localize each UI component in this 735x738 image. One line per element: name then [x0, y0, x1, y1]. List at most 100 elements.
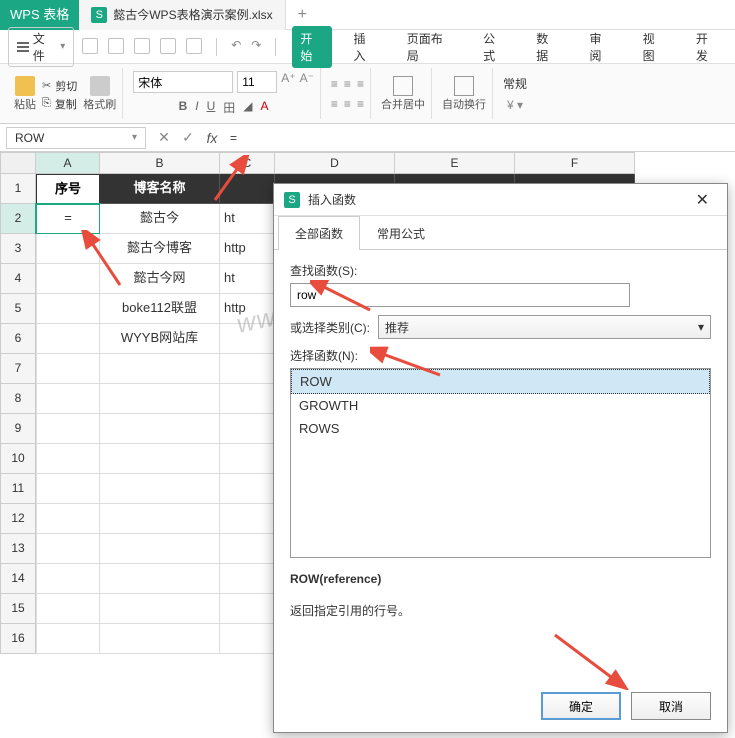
cell[interactable]: =	[36, 204, 100, 234]
cell[interactable]	[100, 384, 220, 414]
tab-common-formulas[interactable]: 常用公式	[360, 216, 442, 250]
open-icon[interactable]	[108, 38, 124, 54]
italic-button[interactable]: I	[195, 99, 198, 116]
currency-icon[interactable]: ¥ ▾	[507, 98, 523, 112]
cell[interactable]	[36, 324, 100, 354]
cell[interactable]	[220, 474, 275, 504]
col-header-a[interactable]: A	[36, 152, 100, 174]
cell[interactable]	[36, 534, 100, 564]
cell[interactable]	[36, 354, 100, 384]
cell[interactable]	[100, 594, 220, 624]
row-header[interactable]: 16	[0, 624, 36, 654]
cell[interactable]	[100, 624, 220, 654]
ribbon-tab-insert[interactable]: 插入	[346, 26, 385, 68]
col-header-b[interactable]: B	[100, 152, 220, 174]
cell[interactable]	[100, 564, 220, 594]
row-header[interactable]: 5	[0, 294, 36, 324]
cell[interactable]	[36, 624, 100, 654]
cancel-button[interactable]: 取消	[631, 692, 711, 720]
row-header[interactable]: 14	[0, 564, 36, 594]
cell[interactable]: 懿古今	[100, 204, 220, 234]
cell[interactable]	[36, 564, 100, 594]
align-top-icon[interactable]: ≡	[331, 77, 338, 91]
format-painter-button[interactable]: 格式刷	[83, 76, 116, 112]
redo-icon[interactable]: ↷	[251, 38, 261, 56]
function-list-item[interactable]: ROW	[291, 369, 710, 394]
ribbon-tab-start[interactable]: 开始	[292, 26, 331, 68]
font-color-button[interactable]: A	[261, 99, 269, 116]
function-list-item[interactable]: GROWTH	[291, 394, 710, 417]
row-header[interactable]: 8	[0, 384, 36, 414]
cell[interactable]: ht	[220, 204, 275, 234]
row-header[interactable]: 6	[0, 324, 36, 354]
accept-formula-button[interactable]: ✓	[176, 129, 200, 146]
cell[interactable]	[100, 474, 220, 504]
ribbon-tab-layout[interactable]: 页面布局	[399, 26, 461, 68]
cut-button[interactable]: ✂剪切	[42, 78, 77, 94]
save-icon[interactable]	[134, 38, 150, 54]
ribbon-tab-view[interactable]: 视图	[635, 26, 674, 68]
row-header[interactable]: 2	[0, 204, 36, 234]
border-button[interactable]: 田	[223, 99, 235, 116]
dialog-title-bar[interactable]: S 插入函数 ✕	[274, 184, 727, 216]
align-left-icon[interactable]: ≡	[331, 97, 338, 111]
bold-button[interactable]: B	[179, 99, 188, 116]
underline-button[interactable]: U	[207, 99, 216, 116]
cell[interactable]	[36, 294, 100, 324]
cell[interactable]: 博客名称	[100, 174, 220, 204]
formula-input[interactable]: =	[224, 131, 735, 145]
row-header[interactable]: 10	[0, 444, 36, 474]
cell[interactable]	[220, 354, 275, 384]
number-format[interactable]: 常规	[503, 75, 527, 92]
ribbon-tab-dev[interactable]: 开发	[688, 26, 727, 68]
align-right-icon[interactable]: ≡	[357, 97, 364, 111]
row-header[interactable]: 13	[0, 534, 36, 564]
add-tab-button[interactable]: +	[286, 6, 319, 24]
cell[interactable]	[100, 414, 220, 444]
font-size-select[interactable]	[237, 71, 277, 93]
cell[interactable]	[220, 624, 275, 654]
align-bot-icon[interactable]: ≡	[357, 77, 364, 91]
row-header[interactable]: 12	[0, 504, 36, 534]
print-icon[interactable]	[160, 38, 176, 54]
row-header[interactable]: 3	[0, 234, 36, 264]
select-all-corner[interactable]	[0, 152, 36, 174]
col-header-d[interactable]: D	[275, 152, 395, 174]
cell[interactable]	[220, 534, 275, 564]
cell[interactable]	[220, 384, 275, 414]
category-select[interactable]: 推荐 ▾	[378, 315, 711, 339]
cell[interactable]	[220, 414, 275, 444]
row-header[interactable]: 9	[0, 414, 36, 444]
cell[interactable]	[36, 594, 100, 624]
cell[interactable]	[36, 264, 100, 294]
cell[interactable]	[36, 414, 100, 444]
cell[interactable]	[220, 504, 275, 534]
cell[interactable]	[100, 444, 220, 474]
cell[interactable]	[36, 384, 100, 414]
row-header[interactable]: 4	[0, 264, 36, 294]
ribbon-tab-formula[interactable]: 公式	[475, 26, 514, 68]
cell[interactable]: http	[220, 234, 275, 264]
preview-icon[interactable]	[186, 38, 202, 54]
ribbon-tab-review[interactable]: 审阅	[581, 26, 620, 68]
function-list-item[interactable]: ROWS	[291, 417, 710, 440]
cell[interactable]	[100, 504, 220, 534]
close-button[interactable]: ✕	[688, 186, 717, 214]
col-header-c[interactable]: C	[220, 152, 275, 174]
cell[interactable]	[220, 594, 275, 624]
increase-font-icon[interactable]: A⁺	[281, 71, 295, 93]
copy-button[interactable]: ⎘复制	[42, 96, 77, 112]
cell[interactable]: ht	[220, 264, 275, 294]
cell[interactable]	[36, 234, 100, 264]
cell[interactable]: 懿古今网	[100, 264, 220, 294]
row-header[interactable]: 7	[0, 354, 36, 384]
row-header[interactable]: 15	[0, 594, 36, 624]
ribbon-tab-data[interactable]: 数据	[528, 26, 567, 68]
fill-color-button[interactable]: ◢	[243, 99, 252, 116]
align-mid-icon[interactable]: ≡	[344, 77, 351, 91]
decrease-font-icon[interactable]: A⁻	[300, 71, 314, 93]
cancel-formula-button[interactable]: ✕	[152, 129, 176, 146]
row-header[interactable]: 1	[0, 174, 36, 204]
function-list[interactable]: ROW GROWTH ROWS	[290, 368, 711, 558]
paste-button[interactable]: 粘贴	[14, 76, 36, 112]
